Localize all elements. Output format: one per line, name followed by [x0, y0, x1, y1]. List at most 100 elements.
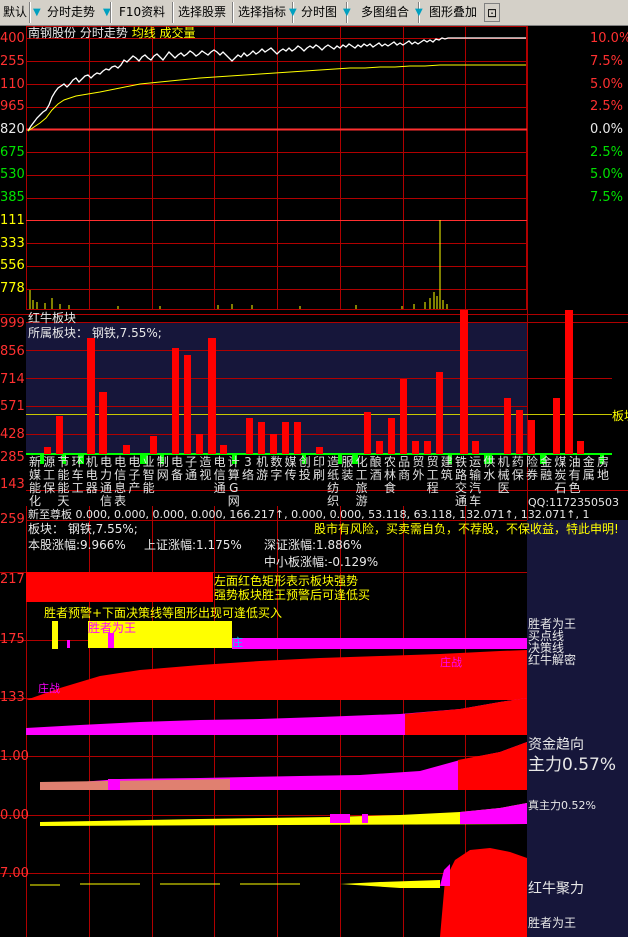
sector-name: 印刷 — [312, 455, 325, 482]
sector-name: 铁路交通 — [454, 455, 467, 508]
sector-bar — [87, 338, 95, 454]
sector-name: 机游 — [256, 455, 269, 482]
sector-name: 新媒能化 — [28, 455, 41, 508]
sector-bar — [208, 338, 216, 454]
sz-rise: 深证涨幅:1.886% — [264, 538, 362, 552]
sector-bar — [282, 422, 289, 454]
sector-bar — [172, 348, 179, 454]
sector-name: 环车工 — [71, 455, 84, 495]
note-buy: 强势板块胜王预警后可逢低买 — [214, 588, 371, 602]
sector-bar — [553, 398, 560, 454]
sector-bar — [400, 379, 407, 454]
lower-axis-label: 0.00 — [0, 808, 29, 823]
tag-zhuangzhan: 庄战 — [38, 682, 60, 695]
sector-bar — [388, 418, 395, 454]
sector-bar — [528, 420, 535, 454]
sector-axis-label: 285 — [0, 450, 25, 465]
sector-name: 服装 — [341, 455, 354, 482]
sector-bar — [270, 434, 277, 454]
sector-axis-label: 428 — [0, 427, 25, 442]
sector-name: 电子产 — [128, 455, 141, 495]
sector-name: 金融 — [540, 455, 553, 482]
risk-warning: 股市有风险，买卖需自负，不荐股，不保收益，特此申明! — [314, 522, 619, 536]
sector-name: 电力通信 — [99, 455, 112, 508]
sector-name: 油有色 — [568, 455, 581, 495]
view-label: 分时走势 — [79, 26, 128, 40]
pct-axis-label: 2.5% — [590, 99, 624, 114]
lower-axis-label: 259 — [0, 512, 25, 527]
sector-axis-label: 571 — [0, 399, 25, 414]
sector-panel-right-tag: 板块 — [612, 409, 628, 423]
price-axis-label: 385 — [0, 190, 25, 205]
sector-bar — [565, 310, 573, 454]
sector-name: 计算G网 — [227, 455, 240, 508]
sector-name: 品商 — [398, 455, 411, 482]
alert-text: 胜者预警+下面决策线等图形出现可逢低买入 — [44, 606, 283, 620]
sector-name: 贸外 — [412, 455, 425, 482]
sector-bar — [460, 310, 468, 454]
sector-name: 子通 — [185, 455, 198, 482]
sector-axis-label: 714 — [0, 372, 25, 387]
sector-bar — [246, 418, 253, 454]
gather-label: 红牛聚力 — [528, 881, 584, 897]
lower-axis-label: 1.00 — [0, 749, 29, 764]
sector-name: 供水 — [483, 455, 496, 482]
lower-axis-label: 133 — [0, 690, 25, 705]
sector-name: 农林食 — [383, 455, 396, 495]
sector-axis-label: 856 — [0, 344, 25, 359]
sector-name: 险券 — [525, 455, 538, 482]
sector-name: 电备 — [170, 455, 183, 482]
price-axis-label: 255 — [0, 54, 25, 69]
sector-bar — [316, 447, 323, 454]
sector-bar — [472, 441, 479, 454]
stock-rise: 本股涨幅:9.966% — [28, 538, 126, 552]
sector-name: 制网 — [156, 455, 169, 482]
pct-axis-label: 10.0% — [590, 31, 628, 46]
sector-name: 造纸纺织 — [327, 455, 340, 508]
sector-name: 机电器 — [85, 455, 98, 495]
lower-axis-label: 7.00 — [0, 866, 29, 881]
sector-name: 贸工程 — [426, 455, 439, 495]
tag-zhuang: 庄 — [232, 636, 243, 649]
sector-panel-subtitle: 所属板块： 钢铁,7.55%; — [28, 326, 162, 340]
sector-name: 造视 — [199, 455, 212, 482]
sector-name: 建筑 — [440, 455, 453, 482]
sector-bar — [424, 441, 431, 454]
main-force: 主力0.57% — [528, 755, 617, 775]
sector-bar — [44, 447, 51, 454]
vol-label: 成交量 — [159, 26, 196, 40]
sector-name: 创投 — [298, 455, 311, 482]
sector-axis-label: 143 — [0, 477, 25, 492]
lower-sector-line: 板块： 钢铁,7.55%; — [28, 522, 138, 536]
sector-bar — [516, 410, 523, 454]
sector-bar — [504, 398, 511, 454]
tag-zhuangzhan: 庄战 — [440, 656, 462, 669]
price-axis-label: 820 — [0, 122, 25, 137]
sector-name: 机械医 — [497, 455, 510, 495]
volume-axis-label: 556 — [0, 258, 25, 273]
stock-name: 南钢股份 — [28, 26, 77, 40]
sector-bar — [56, 416, 63, 454]
legend-decode: 红牛解密 — [528, 653, 577, 667]
sector-bar — [184, 355, 191, 454]
sector-bar — [99, 392, 107, 454]
volume-axis-label: 111 — [0, 213, 25, 228]
sh-rise: 上证涨幅:1.175% — [144, 538, 242, 552]
price-axis-label: 675 — [0, 145, 25, 160]
sector-bar — [364, 412, 371, 454]
sector-bar — [196, 434, 203, 454]
sector-axis-label: 999 — [0, 316, 25, 331]
sector-name: 数字 — [270, 455, 283, 482]
price-axis-label: 110 — [0, 77, 25, 92]
sector-name: 电信通 — [213, 455, 226, 495]
price-axis-label: 400 — [0, 31, 25, 46]
sector-name: 电信息表 — [114, 455, 127, 508]
lower-axis-label: 217 — [0, 572, 25, 587]
sector-name: 房地 — [596, 455, 609, 482]
sector-name: 酿酒 — [369, 455, 382, 482]
sector-name: 3络 — [241, 455, 254, 482]
true-main-force: 真主力0.52% — [528, 799, 596, 812]
sector-bar — [412, 441, 419, 454]
pct-axis-label: 7.5% — [590, 54, 624, 69]
sector-name: 节能能天 — [57, 455, 70, 508]
